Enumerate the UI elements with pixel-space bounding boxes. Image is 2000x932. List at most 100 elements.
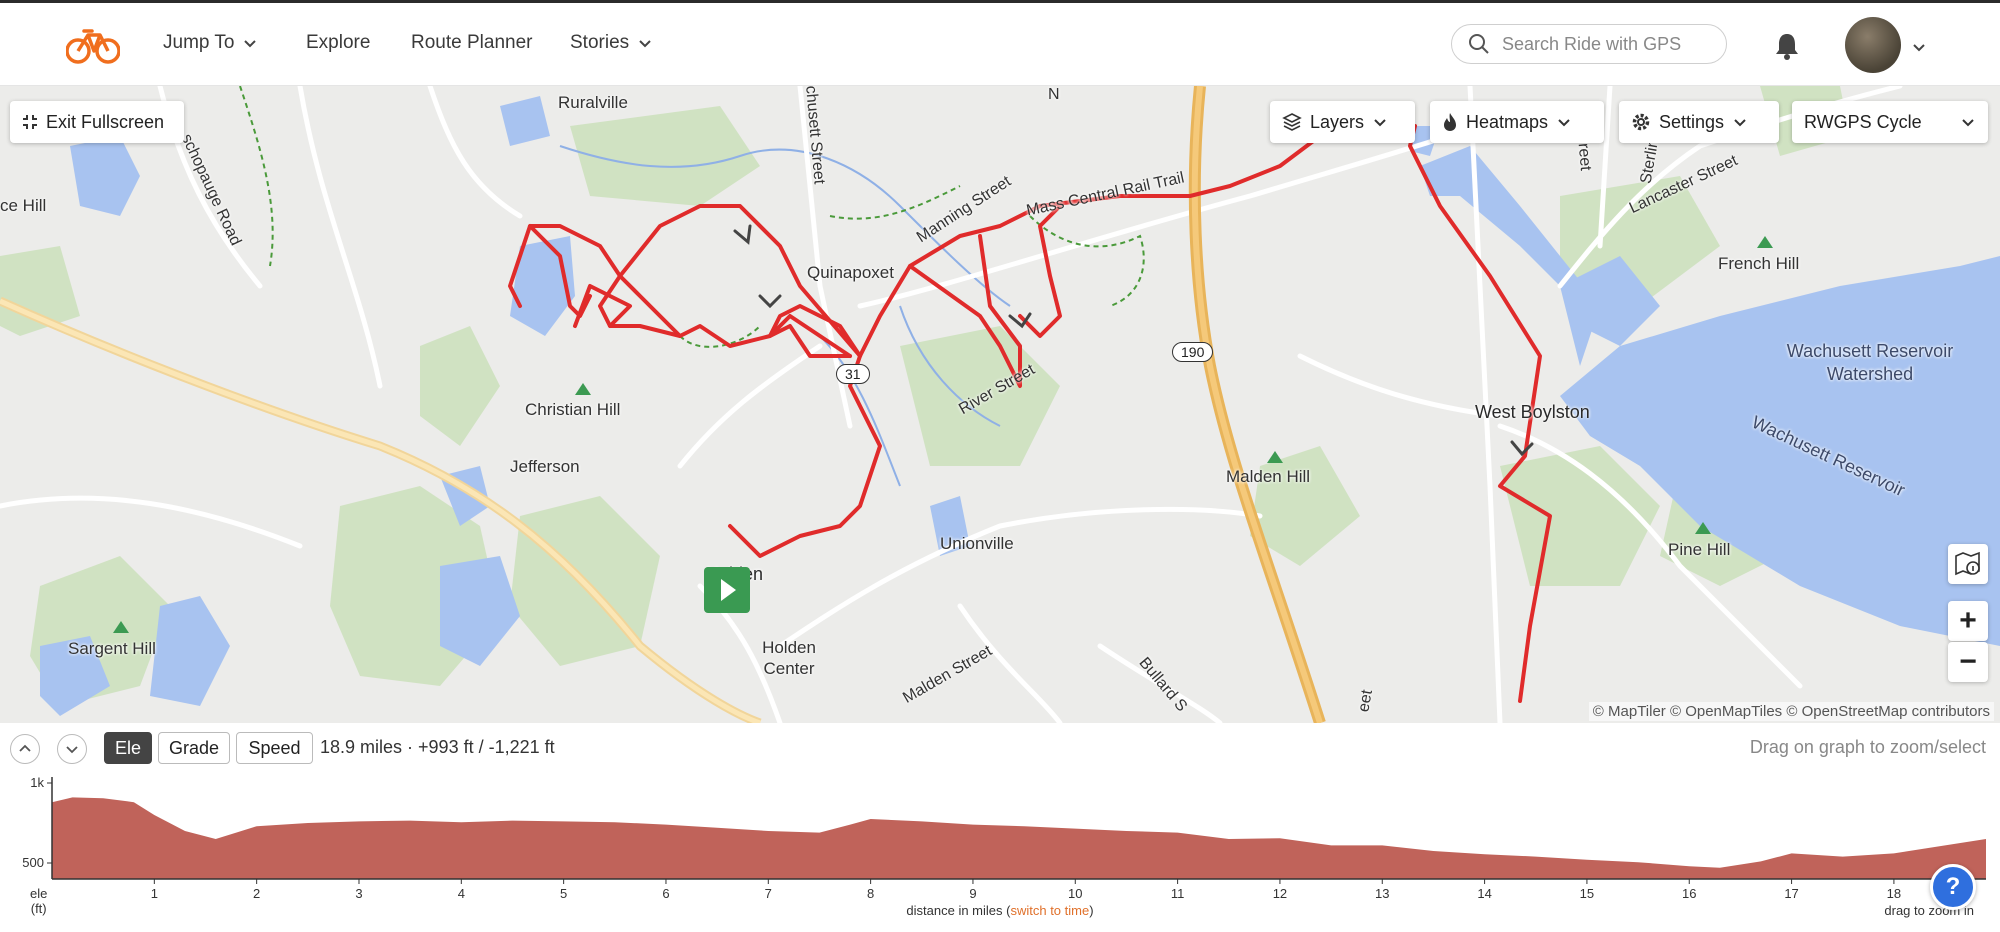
street-label: eet [1355,688,1376,714]
nav-route-planner-label: Route Planner [411,32,533,53]
map-style-label: RWGPS Cycle [1804,111,1922,132]
x-axis-title-suffix: ) [1089,903,1094,918]
flame-icon [1444,113,1456,131]
layers-icon [1282,113,1302,131]
zoom-in-button[interactable]: + [1948,601,1988,641]
route-map[interactable]: Ruralville Quinapoxet Christian Hill Jef… [0,86,2000,723]
layers-label: Layers [1310,111,1365,132]
map-info-icon [1955,551,1980,576]
exit-fullscreen-icon [23,115,37,129]
chevron-down-icon [1558,119,1570,127]
chevron-up-icon [19,744,31,752]
place-label: Malden Hill [1226,467,1311,486]
x-tick-label: 14 [1477,886,1491,901]
help-button[interactable]: ? [1930,864,1976,910]
route-shield: 31 [836,364,870,384]
x-tick-label: 16 [1682,886,1696,901]
tab-grade[interactable]: Grade [158,732,230,764]
nav-explore-label: Explore [306,32,371,53]
peak-icon [575,383,591,395]
place-label: French Hill [1718,254,1800,273]
place-label: Christian Hill [525,400,621,419]
nav-jump-to[interactable]: Jump To [163,32,258,54]
x-tick-label: 8 [867,886,874,901]
chevron-down-icon [639,40,651,48]
x-axis-title: distance in miles (switch to time) [0,903,2000,918]
zoom-out-button[interactable]: − [1948,642,1988,682]
nav-explore[interactable]: Explore [306,32,370,54]
nav-route-planner[interactable]: Route Planner [411,32,532,54]
peak-icon [1267,451,1283,463]
x-tick-label: 11 [1171,886,1185,901]
map-info-button[interactable] [1948,544,1988,584]
switch-to-time-link[interactable]: switch to time [1010,903,1089,918]
layers-button[interactable]: Layers [1270,101,1415,143]
route-stats: 18.9 miles · +993 ft / -1,221 ft [320,737,555,757]
street-label: N [1048,86,1060,103]
nav-stories[interactable]: Stories [570,32,653,54]
peak-icon [1757,236,1773,248]
place-label: Holden Center [762,638,816,678]
map-style-select[interactable]: RWGPS Cycle [1792,101,1988,143]
bell-icon[interactable] [1772,31,1802,61]
drag-hint: Drag on graph to zoom/select [1749,737,1986,757]
place-label: Jefferson [510,457,580,476]
x-axis-title-prefix: distance in miles ( [906,903,1011,918]
x-tick-label: 18 [1887,886,1901,901]
x-tick-label: 17 [1784,886,1798,901]
street-label: reet [1574,142,1594,172]
nav-jump-to-label: Jump To [163,32,235,53]
place-label: Ruralville [558,93,628,112]
x-tick-label: 3 [355,886,362,901]
elevation-area [52,797,1986,879]
x-tick-label: 2 [253,886,260,901]
place-label: Pine Hill [1668,540,1731,559]
map-attribution: © MapTiler © OpenMapTiles © OpenStreetMa… [1588,702,1994,721]
x-tick-label: 4 [458,886,465,901]
place-label: ce Hill [0,196,47,215]
chevron-down-icon[interactable] [1911,39,1927,55]
search-box[interactable] [1451,24,1727,64]
chevron-down-icon [244,40,257,48]
x-tick-label: 12 [1273,886,1287,901]
nav-stories-label: Stories [570,32,630,53]
y-tick-label: 500 [22,855,44,870]
exit-fullscreen-button[interactable]: Exit Fullscreen [10,101,184,143]
bicycle-logo-icon[interactable] [65,25,121,65]
route-shield: 190 [1172,342,1214,362]
x-tick-label: 5 [560,886,567,901]
expand-up-button[interactable] [10,734,40,764]
x-tick-label: 6 [662,886,669,901]
y-axis-unit-line1: ele [30,886,48,901]
place-label: Sargent Hill [68,639,156,658]
x-tick-label: 15 [1580,886,1594,901]
avatar[interactable] [1845,17,1901,73]
tab-elevation[interactable]: Ele [104,732,152,764]
collapse-down-button[interactable] [57,734,87,764]
search-input[interactable] [1500,32,1714,56]
place-label: Quinapoxet [807,263,894,282]
settings-button[interactable]: Settings [1619,101,1779,143]
x-tick-label: 9 [969,886,976,901]
x-tick-label: 10 [1068,886,1082,901]
chevron-down-icon [1734,119,1746,127]
place-label: West Boylston [1475,402,1590,422]
gear-icon [1632,113,1650,131]
x-tick-label: 1 [151,886,158,901]
tab-speed[interactable]: Speed [236,732,313,764]
x-tick-label: 13 [1375,886,1389,901]
chevron-down-icon [66,746,78,754]
chevron-down-icon [1374,119,1386,127]
top-navigation: Jump To Explore Route Planner Stories [0,3,2000,86]
search-icon [1469,34,1489,54]
y-tick-label: 1k [30,775,44,790]
exit-fullscreen-label: Exit Fullscreen [46,111,165,132]
settings-label: Settings [1659,111,1725,132]
heatmaps-label: Heatmaps [1466,111,1549,132]
place-label: Unionville [940,534,1014,553]
chevron-down-icon [1962,119,1974,127]
route-start-marker[interactable] [704,567,750,613]
water-label: Wachusett Reservoir Watershed [1786,341,1954,384]
peak-icon [1695,522,1711,534]
heatmaps-button[interactable]: Heatmaps [1430,101,1604,143]
